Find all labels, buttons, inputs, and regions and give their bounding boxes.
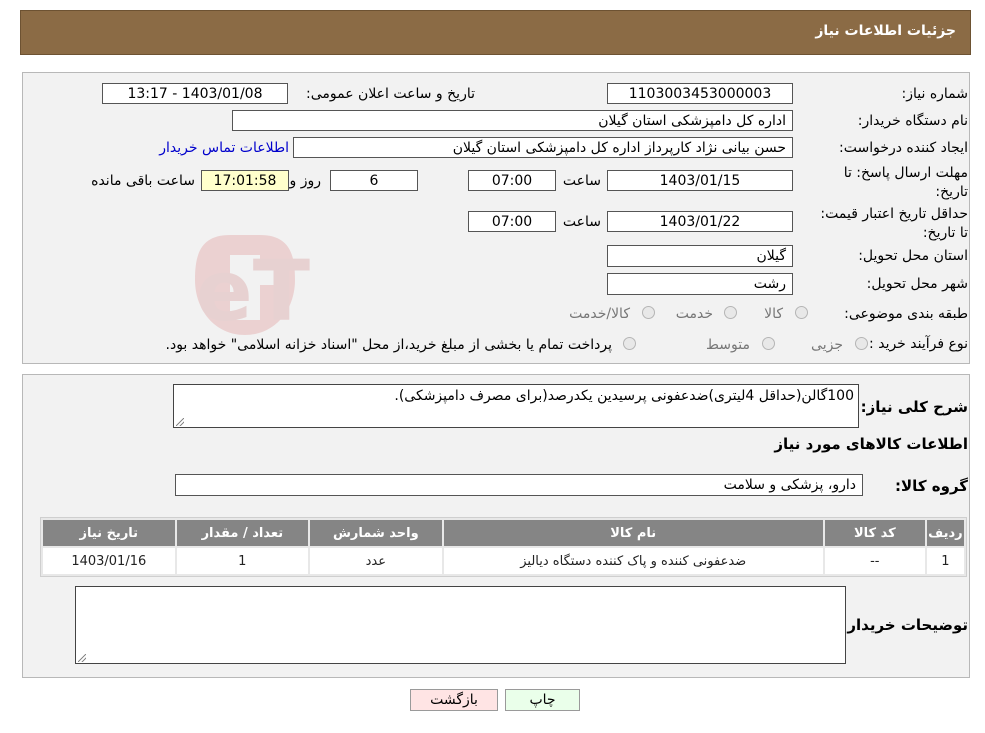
- buyer-contact-link[interactable]: اطلاعات تماس خریدار: [159, 140, 289, 156]
- description-text: 100گالن(حداقل 4لیتری)ضدعفونی پرسیدین یکد…: [394, 388, 854, 404]
- remaining-days-field[interactable]: 6: [330, 170, 418, 191]
- description-label: شرح کلی نیاز:: [860, 398, 968, 416]
- category-label: طبقه بندی موضوعی:: [844, 306, 968, 322]
- goods-table-header-row: ردیف کد کالا نام کالا واحد شمارش تعداد /…: [43, 520, 964, 546]
- category-goods-label: کالا: [764, 306, 783, 322]
- buyer-org-label: نام دستگاه خریدار:: [857, 113, 968, 129]
- cell-row-number: 1: [926, 548, 964, 574]
- col-item-code: کد کالا: [824, 520, 925, 546]
- category-goods-radio[interactable]: [795, 306, 808, 319]
- goods-group-label: گروه کالا:: [895, 477, 968, 495]
- back-button[interactable]: بازگشت: [410, 689, 498, 711]
- city-label: شهر محل تحویل:: [866, 276, 968, 292]
- table-row[interactable]: 1 -- ضدعفونی کننده و پاک کننده دستگاه دی…: [43, 548, 964, 574]
- cell-unit: عدد: [310, 548, 442, 574]
- city-field[interactable]: رشت: [607, 273, 793, 295]
- buyer-notes-textarea[interactable]: [75, 586, 846, 664]
- process-minor-radio[interactable]: [855, 337, 868, 350]
- days-label: روز و: [289, 173, 322, 189]
- purchase-process-label: نوع فرآیند خرید :: [869, 336, 968, 352]
- col-row-number: ردیف: [926, 520, 964, 546]
- goods-table: ردیف کد کالا نام کالا واحد شمارش تعداد /…: [40, 517, 967, 577]
- treasury-payment-note: پرداخت تمام یا بخشی از مبلغ خرید،از محل …: [165, 337, 612, 353]
- cell-item-name: ضدعفونی کننده و پاک کننده دستگاه دیالیز: [443, 548, 823, 574]
- requester-field[interactable]: حسن بیانی نژاد کارپرداز اداره کل دامپزشک…: [293, 137, 793, 158]
- announce-date-label: تاریخ و ساعت اعلان عمومی:: [306, 86, 475, 102]
- province-label: استان محل تحویل:: [858, 248, 968, 264]
- need-number-field[interactable]: 1103003453000003: [607, 83, 793, 104]
- page-title: جزئیات اطلاعات نیاز: [815, 23, 956, 39]
- deadline-date-field[interactable]: 1403/01/15: [607, 170, 793, 191]
- province-field[interactable]: گیلان: [607, 245, 793, 267]
- price-validity-label: حداقل تاریخ اعتبار قیمت: تا تاریخ:: [820, 206, 968, 241]
- category-goods-service-radio[interactable]: [642, 306, 655, 319]
- col-need-date: تاریخ نیاز: [43, 520, 175, 546]
- process-medium-radio[interactable]: [762, 337, 775, 350]
- deadline-time-field[interactable]: 07:00: [468, 170, 556, 191]
- col-item-name: نام کالا: [443, 520, 823, 546]
- buyer-notes-label: توضیحات خریدار:: [841, 616, 968, 634]
- deadline-label: مهلت ارسال پاسخ: تا تاریخ:: [843, 165, 968, 200]
- price-validity-date-field[interactable]: 1403/01/22: [607, 211, 793, 232]
- need-number-label: شماره نیاز:: [901, 86, 969, 102]
- page-header: جزئیات اطلاعات نیاز: [20, 10, 971, 55]
- requester-label: ایجاد کننده درخواست:: [839, 140, 968, 156]
- remaining-time-field[interactable]: 17:01:58: [201, 170, 289, 191]
- buyer-org-field[interactable]: اداره کل دامپزشکی استان گیلان: [232, 110, 793, 131]
- col-quantity: تعداد / مقدار: [176, 520, 309, 546]
- col-unit: واحد شمارش: [310, 520, 442, 546]
- description-textarea[interactable]: 100گالن(حداقل 4لیتری)ضدعفونی پرسیدین یکد…: [173, 384, 859, 428]
- cell-need-date: 1403/01/16: [43, 548, 175, 574]
- resize-grip-icon[interactable]: [78, 654, 86, 662]
- cell-quantity: 1: [176, 548, 309, 574]
- deadline-time-label: ساعت: [562, 173, 601, 189]
- price-validity-time-field[interactable]: 07:00: [468, 211, 556, 232]
- cell-item-code: --: [824, 548, 925, 574]
- process-minor-label: جزیی: [811, 337, 843, 353]
- goods-info-title: اطلاعات کالاهای مورد نیاز: [774, 435, 968, 453]
- print-button[interactable]: چاپ: [505, 689, 580, 711]
- goods-group-field[interactable]: دارو، پزشکی و سلامت: [175, 474, 863, 496]
- remaining-time-label: ساعت باقی مانده: [91, 173, 195, 189]
- resize-grip-icon[interactable]: [176, 418, 184, 426]
- category-goods-service-label: کالا/خدمت: [569, 306, 630, 322]
- price-validity-time-label: ساعت: [562, 214, 601, 230]
- category-service-label: خدمت: [675, 306, 713, 322]
- treasury-payment-checkbox[interactable]: [623, 337, 636, 350]
- announce-date-field[interactable]: 1403/01/08 - 13:17: [102, 83, 288, 104]
- category-service-radio[interactable]: [724, 306, 737, 319]
- process-medium-label: متوسط: [706, 337, 750, 353]
